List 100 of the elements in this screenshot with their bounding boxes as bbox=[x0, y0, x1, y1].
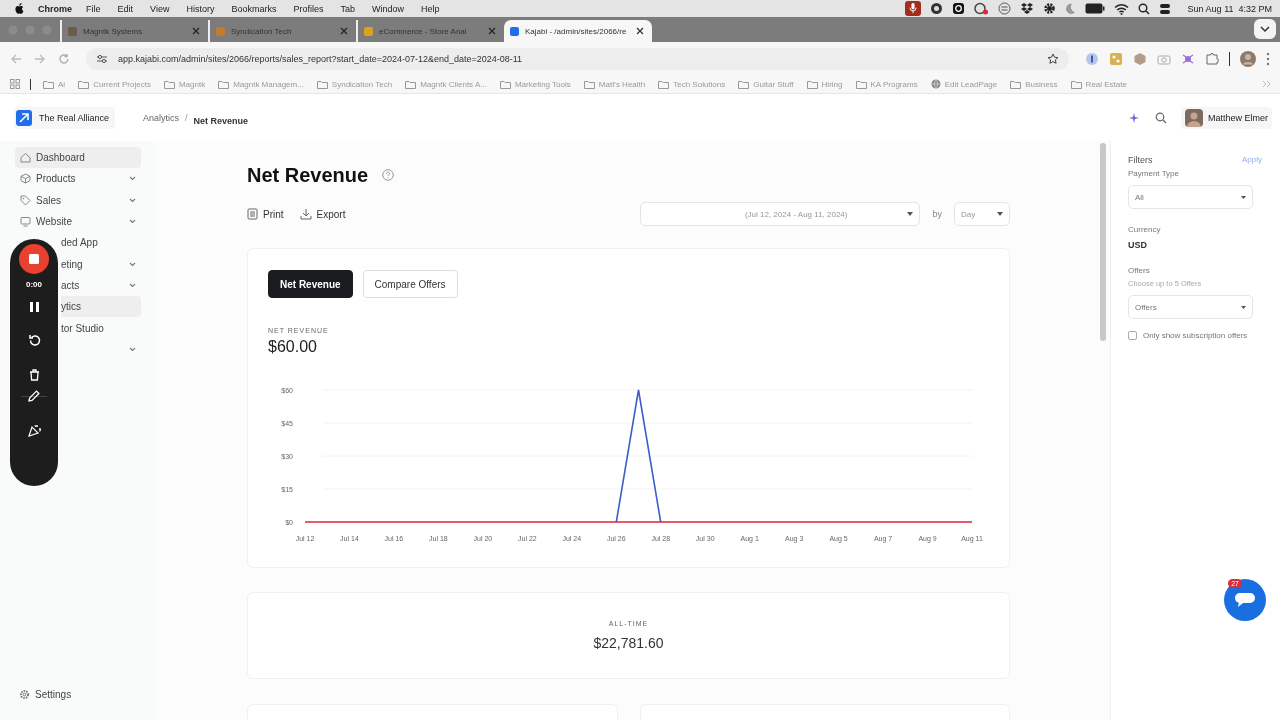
folder-icon bbox=[1010, 79, 1022, 89]
export-button[interactable]: Export bbox=[299, 208, 346, 220]
sidebar-item[interactable]: tor Studio bbox=[61, 317, 141, 339]
site-switcher[interactable]: The Real Alliance bbox=[14, 106, 116, 129]
stop-button[interactable] bbox=[19, 244, 49, 274]
sidebar-item[interactable]: Dashboard bbox=[15, 147, 141, 169]
browser-tab[interactable]: Kajabi - /admin/sites/2066/re bbox=[504, 20, 652, 42]
puzzle-icon[interactable] bbox=[1205, 51, 1219, 66]
recording-timer: 0:00 bbox=[26, 280, 42, 289]
profile-avatar[interactable] bbox=[1240, 50, 1256, 67]
site-logo bbox=[16, 109, 32, 126]
folder-icon bbox=[806, 79, 818, 89]
moon-icon[interactable] bbox=[1064, 2, 1076, 15]
menu-item[interactable]: Tab bbox=[340, 3, 355, 14]
sidebar-item[interactable]: ytics bbox=[61, 296, 141, 318]
help-icon[interactable] bbox=[382, 169, 395, 181]
folder-icon bbox=[43, 79, 54, 89]
star-icon[interactable] bbox=[1047, 52, 1059, 65]
extension-icon[interactable] bbox=[1181, 51, 1195, 66]
user-menu[interactable]: Matthew Elmer bbox=[1180, 106, 1272, 129]
sidebar-item[interactable]: ded App bbox=[61, 232, 141, 254]
scrollbar[interactable] bbox=[1100, 143, 1106, 341]
tab-search-icon[interactable] bbox=[1254, 19, 1276, 39]
site-settings-icon[interactable] bbox=[96, 53, 108, 64]
restart-icon[interactable] bbox=[27, 334, 41, 347]
caret-icon bbox=[1241, 305, 1246, 309]
dropbox-icon[interactable] bbox=[1019, 2, 1034, 15]
menu-item[interactable]: Profiles bbox=[293, 3, 324, 14]
box-icon bbox=[20, 173, 31, 185]
confetti-icon[interactable] bbox=[27, 424, 41, 437]
caret-icon bbox=[907, 212, 914, 216]
menu-item[interactable]: Edit bbox=[117, 3, 134, 14]
sidebar-item[interactable]: Website bbox=[15, 210, 141, 233]
sidebar-item[interactable]: Products bbox=[15, 168, 141, 190]
breadcrumb-separator: / bbox=[185, 112, 188, 123]
home-icon bbox=[20, 152, 31, 164]
pencil-icon[interactable] bbox=[28, 390, 40, 402]
tag-icon bbox=[20, 194, 31, 206]
settings-link[interactable]: Settings bbox=[19, 689, 72, 700]
chevron-down-icon[interactable] bbox=[129, 346, 136, 352]
folder-icon bbox=[499, 79, 511, 89]
folder-icon bbox=[78, 79, 90, 89]
reload-icon[interactable] bbox=[58, 52, 70, 65]
gear-icon[interactable] bbox=[1042, 2, 1056, 15]
sidebar-item[interactable]: acts bbox=[61, 274, 141, 297]
sidebar-item[interactable]: Sales bbox=[15, 189, 141, 211]
breadcrumb-link[interactable]: Analytics bbox=[143, 112, 180, 123]
pause-icon[interactable] bbox=[29, 302, 39, 312]
chevron-down-icon[interactable] bbox=[129, 282, 136, 288]
more-menu-icon[interactable] bbox=[1266, 51, 1270, 66]
chevron-down-icon[interactable] bbox=[129, 197, 136, 203]
chat-button[interactable] bbox=[1224, 579, 1266, 621]
trash-icon[interactable] bbox=[28, 369, 40, 381]
metric-value: $60.00 bbox=[268, 338, 318, 356]
menu-item[interactable]: Help bbox=[421, 3, 440, 14]
extension-icon[interactable] bbox=[1085, 51, 1099, 66]
folder-icon bbox=[405, 79, 417, 89]
folder-icon bbox=[163, 79, 175, 89]
chevron-down-icon[interactable] bbox=[129, 219, 136, 225]
address-bar[interactable]: app.kajabi.com/admin/sites/2066/reports/sales_report?start_date=2024-07-12&end_date=2024-08-11 bbox=[86, 47, 1069, 70]
app-menu[interactable]: Chrome bbox=[38, 3, 72, 14]
status-icon[interactable] bbox=[929, 2, 943, 15]
search-icon[interactable] bbox=[1154, 111, 1167, 124]
menu-item[interactable]: View bbox=[150, 3, 170, 14]
offers-select[interactable]: Offers bbox=[1128, 295, 1253, 319]
payment-type-select[interactable]: All bbox=[1128, 185, 1253, 209]
apple-icon[interactable] bbox=[14, 3, 24, 14]
menu-item[interactable]: File bbox=[86, 3, 101, 14]
checkbox-label: Only show subscription offers bbox=[1143, 331, 1248, 340]
menu-item[interactable]: Window bbox=[371, 3, 404, 14]
wifi-icon[interactable] bbox=[1113, 2, 1129, 15]
folder-icon bbox=[658, 79, 670, 89]
status-icon[interactable] bbox=[973, 2, 989, 15]
checkbox[interactable] bbox=[1128, 331, 1137, 340]
field-label: Offers bbox=[1128, 266, 1151, 275]
report-tab[interactable]: Compare Offers bbox=[362, 270, 458, 298]
microphone-icon[interactable] bbox=[904, 1, 921, 16]
search-icon[interactable] bbox=[1137, 2, 1150, 15]
sidebar-item[interactable]: eting bbox=[61, 253, 141, 275]
extension-icon[interactable] bbox=[1133, 51, 1147, 66]
by-label: by bbox=[932, 209, 942, 219]
favicon bbox=[364, 26, 373, 36]
document-icon bbox=[247, 208, 258, 220]
folder-icon bbox=[218, 79, 230, 89]
menu-item[interactable]: History bbox=[186, 3, 215, 14]
chevron-down-icon[interactable] bbox=[129, 261, 136, 267]
battery-icon[interactable] bbox=[1084, 3, 1105, 14]
report-tab[interactable]: Net Revenue bbox=[268, 270, 353, 298]
caret-icon bbox=[1241, 195, 1246, 199]
apps-grid-icon[interactable] bbox=[10, 79, 20, 89]
folder-icon bbox=[1070, 79, 1082, 89]
download-icon bbox=[299, 208, 312, 220]
status-icon[interactable] bbox=[951, 2, 965, 15]
menu-item[interactable]: Bookmarks bbox=[231, 3, 277, 14]
close-icon[interactable] bbox=[636, 27, 644, 35]
chevron-down-icon[interactable] bbox=[129, 176, 136, 182]
filters-title: Filters bbox=[1128, 155, 1153, 165]
menubar-clock[interactable]: Sun Aug 11 4:32 PM bbox=[1187, 3, 1272, 14]
field-label: Payment Type bbox=[1128, 169, 1180, 178]
print-button[interactable]: Print bbox=[247, 208, 284, 220]
